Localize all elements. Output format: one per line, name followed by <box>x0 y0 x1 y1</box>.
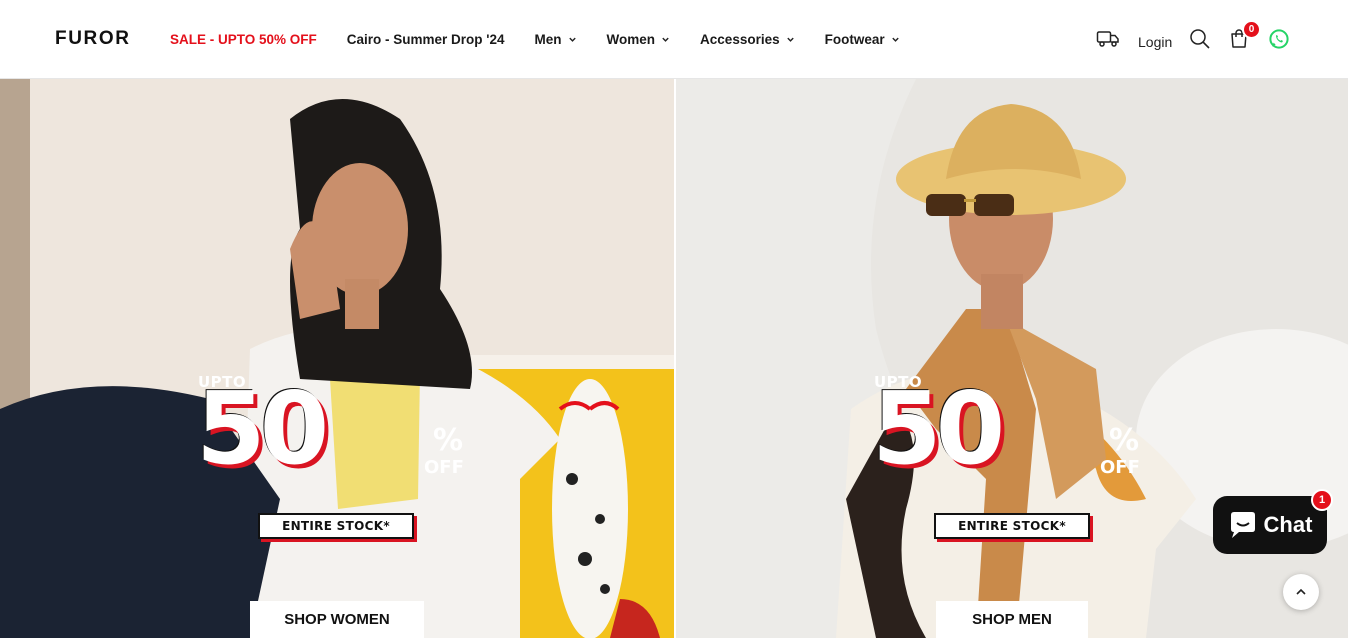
nav-item-women[interactable]: Women <box>607 32 671 47</box>
promo-percent-sign: % <box>433 423 464 458</box>
nav-item-label: Men <box>534 31 562 47</box>
nav-item-footwear[interactable]: Footwear <box>825 32 900 47</box>
promo-percent: 50 <box>196 370 329 487</box>
nav-item-label: Footwear <box>824 31 885 47</box>
hero-women-panel[interactable]: UPTO 50 % OFF ENTIRE STOCK* <box>0 79 674 638</box>
cart-count-badge: 0 <box>1242 20 1261 39</box>
chevron-down-icon <box>662 37 669 42</box>
promo-off: OFF <box>424 457 464 478</box>
chat-button[interactable]: Chat <box>1213 496 1327 554</box>
chevron-down-icon <box>568 37 576 42</box>
nav-item-men[interactable]: Men <box>535 32 577 47</box>
chat-bubble-icon <box>1230 512 1255 538</box>
promo-entire-stock: ENTIRE STOCK* <box>934 513 1090 539</box>
brand-logo[interactable]: FUROR <box>55 28 131 50</box>
hero-men-panel[interactable]: UPTO 50 % OFF ENTIRE STOCK* <box>676 79 1348 638</box>
promo-percent: 50 <box>872 370 1005 487</box>
nav-item-label: Accessories <box>700 31 780 47</box>
hero-men-image <box>676 79 1348 638</box>
nav-item-label: Women <box>606 31 656 47</box>
promo-off: OFF <box>1100 457 1140 478</box>
promo-percent-sign: % <box>1109 423 1140 458</box>
promo-entire-stock: ENTIRE STOCK* <box>258 513 414 539</box>
chevron-up-icon <box>1296 588 1306 595</box>
scroll-to-top-button[interactable] <box>1283 574 1319 610</box>
nav-item-sale[interactable]: SALE - UPTO 50% OFF <box>170 32 317 47</box>
chat-unread-badge: 1 <box>1311 489 1333 511</box>
nav-item-label: SALE - UPTO 50% OFF <box>170 31 317 47</box>
nav-item-cairo-summer-drop[interactable]: Cairo - Summer Drop '24 <box>347 32 505 47</box>
site-header: FUROR SALE - UPTO 50% OFF Cairo - Summer… <box>0 0 1348 79</box>
shop-men-button[interactable]: SHOP MEN <box>936 601 1088 638</box>
nav-item-label: Cairo - Summer Drop '24 <box>346 31 505 47</box>
shop-women-button[interactable]: SHOP WOMEN <box>250 601 424 638</box>
promo-badge: UPTO 50 % OFF ENTIRE STOCK* <box>196 373 486 543</box>
truck-icon[interactable] <box>1096 26 1120 52</box>
chat-label: Chat <box>1263 512 1313 537</box>
main-nav: SALE - UPTO 50% OFF Cairo - Summer Drop … <box>170 30 930 48</box>
nav-item-accessories[interactable]: Accessories <box>700 32 795 47</box>
hero-women-image <box>0 79 674 638</box>
search-icon[interactable] <box>1189 26 1211 52</box>
whatsapp-icon[interactable] <box>1268 26 1290 52</box>
chevron-down-icon <box>786 37 794 42</box>
promo-badge: UPTO 50 % OFF ENTIRE STOCK* <box>872 373 1162 543</box>
chevron-down-icon <box>891 37 899 42</box>
login-link[interactable]: Login <box>1138 29 1172 55</box>
